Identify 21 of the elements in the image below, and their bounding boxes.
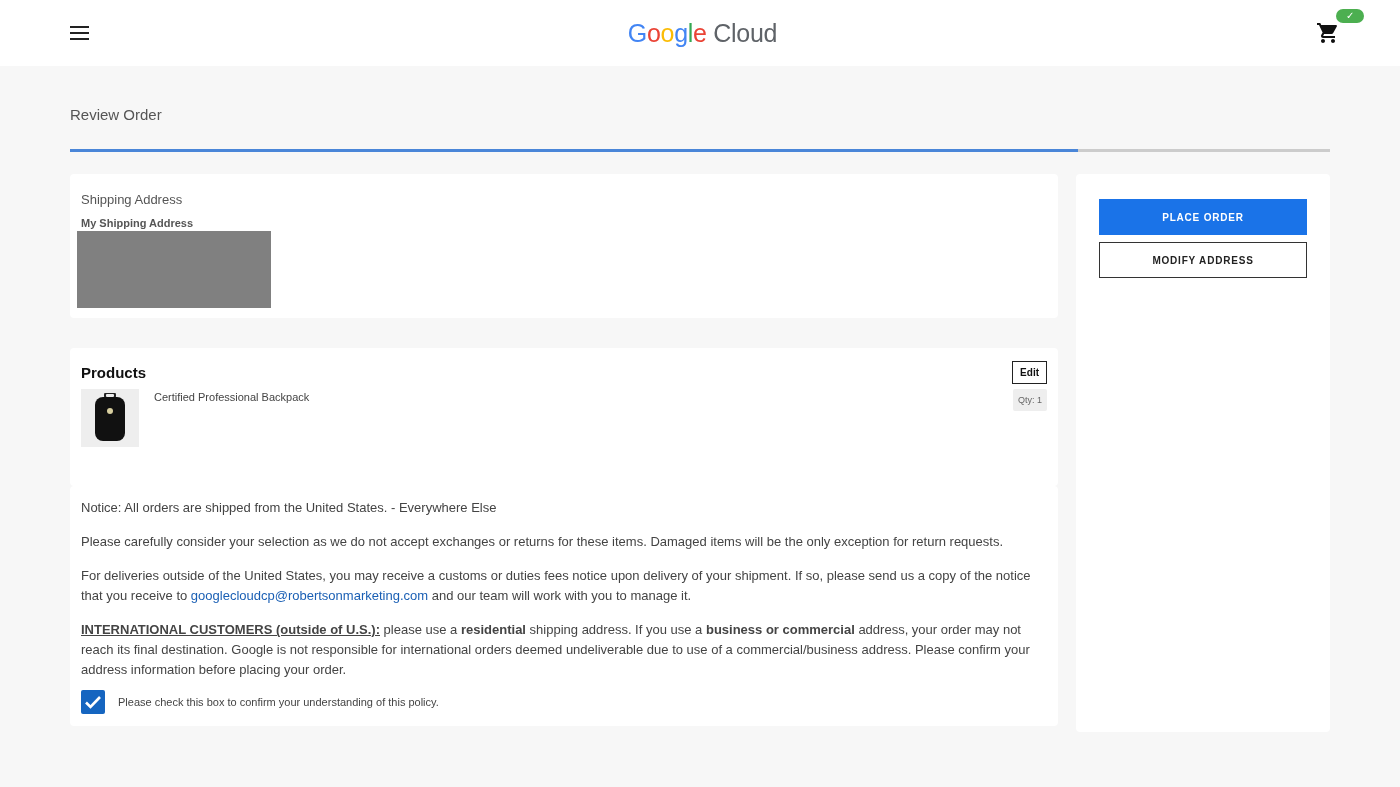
section-heading: Shipping Address [81,192,184,207]
quantity-label: Qty: 1 [1013,389,1047,411]
product-name: Certified Professional Backpack [154,391,311,403]
customs-text: For deliveries outside of the United States, you may receive a customs or duties fees notice upon delivery of your shipment. If so, please send us a copy of the notice that you receive to googlecloudcp@robertsonmarketing.com and our team will work with you to manage it. [81,567,1032,605]
notice-text: Notice: All orders are shipped from the United States. - Everywhere Else [81,499,498,517]
address-name: My Shipping Address [81,217,195,229]
modify-address-button[interactable]: MODIFY ADDRESS [1099,242,1307,278]
section-heading: Products [81,364,146,381]
email-link[interactable]: googlecloudcp@robertsonmarketing.com [190,588,429,603]
logo[interactable]: Google Cloud [627,18,778,48]
page-title: Review Order [70,106,163,124]
edit-button[interactable]: Edit [1012,361,1047,384]
menu-icon[interactable] [70,26,89,40]
international-text: INTERNATIONAL CUSTOMERS (outside of U.S.): please use a residential shipping address. If you use a business or commercial address, your order may not reach its final destination. Google is not responsible for international orders deemed undeliverable due to use of a commercial/business address. Please confirm your address information before placing your order. [81,621,1031,679]
cart-badge: ✓ [1336,9,1365,23]
place-order-button[interactable]: PLACE ORDER [1099,199,1307,235]
checkbox-label: Please check this box to confirm your understanding of this policy. [118,695,439,710]
product-image [81,389,139,447]
cart-icon[interactable] [1316,21,1340,45]
checkbox[interactable] [81,690,105,714]
returns-text: Please carefully consider your selection as we do not accept exchanges or returns for these items. Damaged items will be the only exception for return requests. [81,533,1005,551]
